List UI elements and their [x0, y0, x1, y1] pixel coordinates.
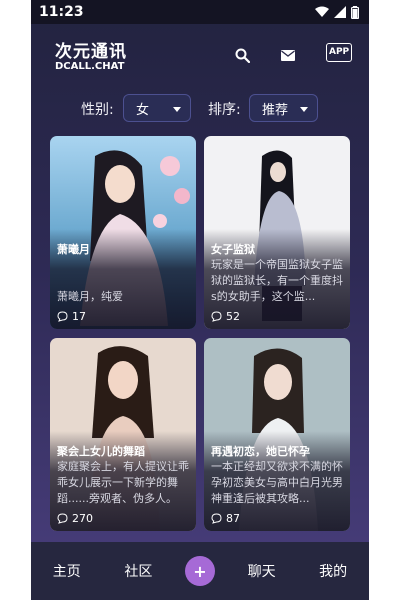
comment-count: 52	[211, 310, 240, 323]
comment-count-value: 17	[72, 310, 86, 323]
add-button[interactable]: +	[184, 556, 215, 586]
card-description: 萧曦月，纯爱	[57, 290, 123, 303]
character-card[interactable]: 再遇初恋，她已怀孕 一本正经却又欲求不满的怀孕初恋美女与高中白月光男神重逢后被其…	[204, 338, 350, 531]
gender-label: 性别:	[81, 102, 114, 118]
card-description: 玩家是一个帝国监狱女子监狱的监狱长，有一个重度抖s的女助手，这个监...	[211, 258, 343, 303]
comment-count: 270	[57, 512, 93, 525]
app-download-button[interactable]: APP	[326, 43, 353, 62]
card-description: 家庭聚会上，有人提议让乖乖女儿展示一下新学的舞蹈......旁观者、伪多人。	[57, 460, 189, 505]
app-screen: 11:23 次元通讯 DCALL.CHAT APP 性别: 排序: 女 推荐 萧…	[31, 0, 369, 600]
card-title: 女子监狱	[211, 243, 255, 256]
comment-icon	[211, 311, 222, 322]
mail-icon[interactable]	[279, 46, 297, 64]
comment-icon	[57, 513, 68, 524]
search-icon[interactable]	[233, 46, 251, 64]
gender-select[interactable]: 女	[123, 94, 191, 122]
sort-select[interactable]: 推荐	[249, 94, 318, 122]
comment-count: 87	[211, 512, 240, 525]
filter-bar: 性别: 排序:	[31, 82, 369, 130]
card-description: 一本正经却又欲求不满的怀孕初恋美女与高中白月光男神重逢后被其攻略...	[211, 460, 343, 505]
signal-icon	[334, 6, 346, 18]
chevron-down-icon	[173, 107, 181, 112]
sort-label: 排序:	[208, 102, 241, 118]
character-card[interactable]: 聚会上女儿的舞蹈 家庭聚会上，有人提议让乖乖女儿展示一下新学的舞蹈......旁…	[50, 338, 196, 531]
tab-chat[interactable]: 聊天	[237, 561, 287, 581]
status-time: 11:23	[39, 4, 84, 20]
character-card[interactable]: 女子监狱 玩家是一个帝国监狱女子监狱的监狱长，有一个重度抖s的女助手，这个监..…	[204, 136, 350, 329]
tab-mine[interactable]: 我的	[308, 561, 358, 581]
character-card[interactable]: 萧曦月 萧曦月，纯爱 17	[50, 136, 196, 329]
comment-count-value: 270	[72, 512, 93, 525]
status-bar: 11:23	[31, 0, 369, 24]
comment-icon	[211, 513, 222, 524]
app-subtitle: DCALL.CHAT	[55, 61, 125, 72]
comment-count-value: 52	[226, 310, 240, 323]
card-title: 再遇初恋，她已怀孕	[211, 445, 310, 458]
app-header: 次元通讯 DCALL.CHAT APP	[31, 24, 369, 82]
battery-icon	[351, 5, 359, 19]
tab-home[interactable]: 主页	[42, 561, 92, 581]
tab-community[interactable]: 社区	[113, 561, 163, 581]
comment-count: 17	[57, 310, 86, 323]
card-title: 萧曦月	[57, 243, 90, 256]
card-title: 聚会上女儿的舞蹈	[57, 445, 145, 458]
bottom-tab-bar: 主页 社区 + 聊天 我的	[31, 542, 369, 600]
sort-select-value: 推荐	[262, 102, 289, 118]
status-icons	[315, 5, 359, 19]
chevron-down-icon	[300, 107, 308, 112]
gender-select-value: 女	[136, 102, 150, 118]
comment-icon	[57, 311, 68, 322]
wifi-icon	[315, 6, 329, 17]
app-title: 次元通讯	[55, 42, 127, 62]
comment-count-value: 87	[226, 512, 240, 525]
